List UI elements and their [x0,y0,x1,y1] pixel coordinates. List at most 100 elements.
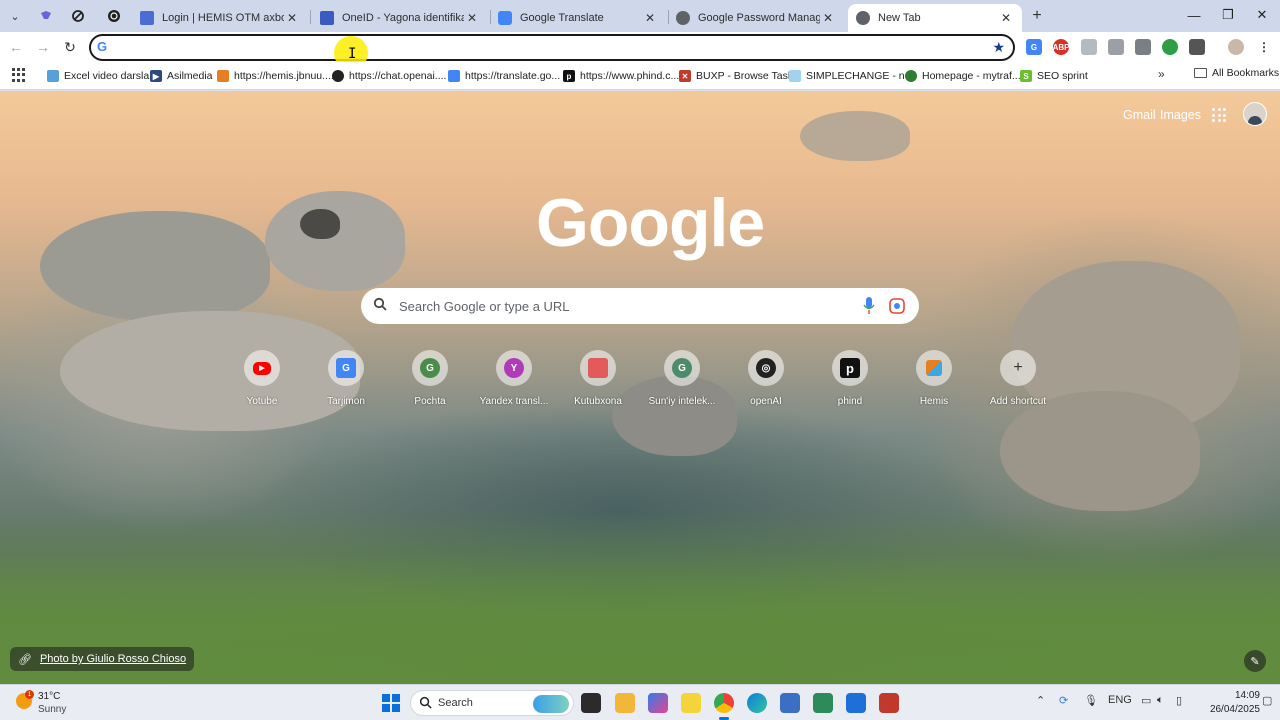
close-icon[interactable]: ✕ [284,11,300,25]
file-explorer-icon[interactable] [615,693,635,713]
bookmark-item[interactable]: S SEO sprint [1020,68,1088,84]
bookmarks-overflow-button[interactable]: » [1158,67,1165,81]
pinned-tab-3[interactable] [100,5,128,27]
notepad-icon[interactable] [846,693,866,713]
vpn-extension-icon[interactable] [1162,39,1178,55]
tab-title: Login | HEMIS OTM axborot tizimi [162,12,284,24]
bookmark-item[interactable]: https://hemis.jbnuu.... [217,68,334,84]
forward-button[interactable]: → [32,36,54,58]
adblock-extension-icon[interactable]: ABP [1053,39,1069,55]
maximize-button[interactable]: ❐ [1210,3,1246,27]
language-indicator[interactable]: ENG [1108,694,1132,706]
close-icon[interactable]: ✕ [998,11,1014,25]
close-window-button[interactable]: ✕ [1244,3,1280,27]
bookmark-item[interactable]: Excel video darslar [47,68,153,84]
customize-pencil-icon[interactable]: ✎ [1244,650,1266,672]
close-icon[interactable]: ✕ [820,11,836,25]
profile-avatar-icon[interactable] [1228,39,1244,55]
chrome-taskbar-icon[interactable] [714,693,734,713]
tab-hemis[interactable]: Login | HEMIS OTM axborot tizimi ✕ [132,4,308,32]
task-view-icon[interactable] [581,693,601,713]
sticky-notes-icon[interactable] [681,693,701,713]
sync-icon[interactable]: ⟳ [1059,694,1068,707]
windows-start-icon[interactable] [382,694,400,712]
chrome-icon [856,11,870,25]
shortcut-tile[interactable]: p phind [810,348,890,416]
extensions-puzzle-icon[interactable] [1189,39,1205,55]
bookmark-item[interactable]: SIMPLECHANGE - n... [789,68,913,84]
images-link[interactable]: Images [1160,108,1201,122]
shortcut-tile[interactable]: ▶ Yotube [222,348,302,416]
tab-google-translate[interactable]: Google Translate ✕ [490,4,666,32]
translate-extension-icon[interactable]: G [1026,39,1042,55]
refresh-like-icon [72,10,84,22]
display-icon[interactable]: ▭ [1141,694,1151,707]
tab-oneid[interactable]: OneID - Yagona identifikatsiya ✕ [312,4,488,32]
battery-icon[interactable]: ▯ [1176,694,1182,707]
notification-icon[interactable]: ▢ [1262,694,1272,707]
microphone-icon[interactable]: 🎙︎ [1084,694,1098,707]
clock-time[interactable]: 14:09 [1224,690,1260,701]
simplechange-icon [789,70,801,82]
bookmark-item[interactable]: ✕ BUXP - Browse Tasks [679,68,798,84]
weather-description[interactable]: Sunny [38,704,66,715]
chevron-up-icon[interactable]: ⌃ [1036,694,1045,707]
shortcut-tile[interactable]: Hemis [894,348,974,416]
clock-date[interactable]: 26/04/2025 [1200,704,1260,715]
calculator-icon[interactable] [813,693,833,713]
microphone-icon[interactable] [863,297,875,315]
photo-credit[interactable]: 🔗︎ Photo by Giulio Rosso Chioso [10,647,195,671]
shortcut-tile[interactable]: Y Yandex transl... [474,348,554,416]
screenshot-extension-icon[interactable] [1108,39,1124,55]
bookmark-item[interactable]: ▶ Asilmedia [150,68,213,84]
close-icon[interactable]: ✕ [464,11,480,25]
edge-icon[interactable] [747,693,767,713]
apps-icon[interactable] [12,68,26,82]
pinned-tab-1[interactable] [32,5,60,27]
shortcut-tile[interactable]: G Sun'iy intelek... [642,348,722,416]
tab-password-manager[interactable]: Google Password Manager ✕ [668,4,844,32]
tab-new-tab[interactable]: New Tab ✕ [848,4,1022,32]
shortcut-label: Hemis [919,396,949,407]
seo-icon: S [1020,70,1032,82]
reload-button[interactable]: ↻ [59,36,81,58]
pinned-tab-2[interactable] [64,5,92,27]
minimize-button[interactable]: — [1176,3,1212,27]
gmail-link[interactable]: Gmail [1123,108,1156,122]
search-icon [373,297,387,311]
bookmark-label: SEO sprint [1037,70,1088,82]
account-avatar[interactable] [1243,102,1267,126]
ntp-search-box[interactable]: Search Google or type a URL [361,288,919,324]
google-apps-icon[interactable] [1212,108,1226,122]
chrome-menu-icon[interactable]: ⋮ [1256,39,1272,55]
bookmark-star-icon[interactable]: ★ [992,39,1005,56]
shortcut-tile[interactable]: Kutubxona [558,348,638,416]
bookmark-item[interactable]: Homepage - mytraf... [905,68,1021,84]
weather-temperature[interactable]: 31°C [38,691,60,702]
add-shortcut-tile[interactable]: + Add shortcut [978,348,1058,416]
shortcut-tile[interactable]: G Pochta [390,348,470,416]
phind-icon: p [563,70,575,82]
save-disk-icon[interactable] [780,693,800,713]
back-button[interactable]: ← [5,36,27,58]
close-icon[interactable]: ✕ [642,11,658,25]
recorder-icon[interactable] [879,693,899,713]
google-lens-icon[interactable] [889,298,905,314]
bookmark-item[interactable]: https://translate.go... [448,68,560,84]
shield-extension-icon[interactable] [1081,39,1097,55]
shortcut-tile[interactable]: ◎ openAI [726,348,806,416]
bookmark-item[interactable]: https://chat.openai.... [332,68,446,84]
shortcut-icon-bg: ◎ [748,350,784,386]
shortcut-tile[interactable]: G Tarjimon [306,348,386,416]
tool-extension-icon[interactable] [1135,39,1151,55]
taskbar-search-box[interactable]: Search [410,690,574,716]
bookmark-item[interactable]: p https://www.phind.c... [563,68,679,84]
all-bookmarks-button[interactable]: All Bookmarks [1194,67,1279,79]
copilot-icon[interactable] [648,693,668,713]
play-icon: ▶ [150,70,162,82]
shortcut-icon-bg [580,350,616,386]
new-tab-button[interactable]: + [1026,5,1048,27]
speaker-icon[interactable]: 🔈︎ [1157,694,1164,707]
address-bar[interactable]: G ★ [89,34,1015,61]
tab-search-button[interactable]: ⌄ [4,5,26,27]
